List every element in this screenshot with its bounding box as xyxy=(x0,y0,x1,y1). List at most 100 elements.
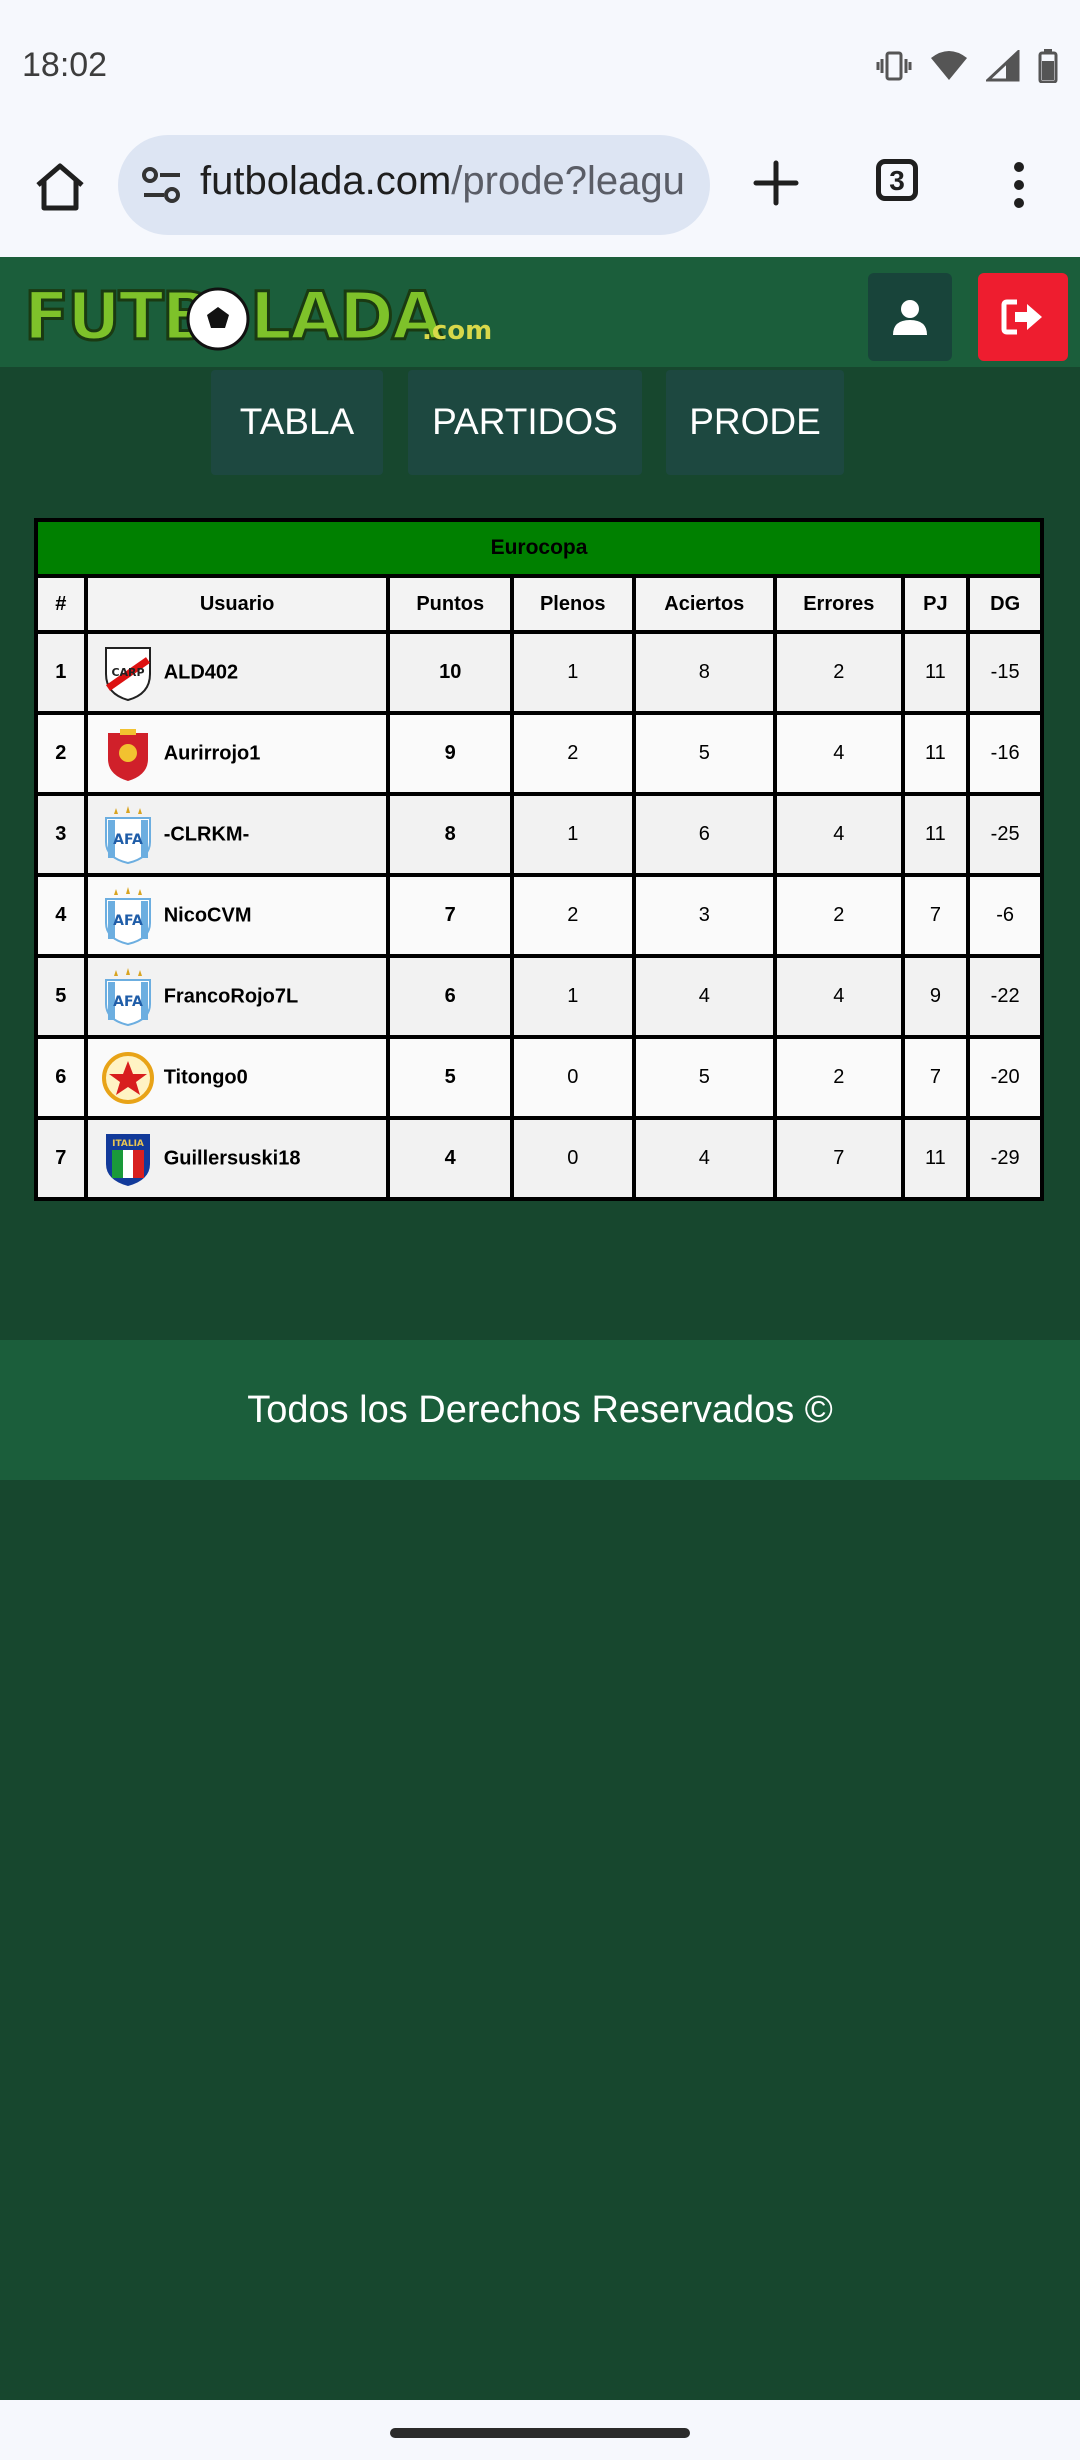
vibrate-icon xyxy=(876,51,912,81)
svg-text:LADA: LADA xyxy=(250,278,443,355)
dg-cell: -22 xyxy=(966,954,1044,1039)
aciertos-cell: 5 xyxy=(631,711,778,796)
status-time: 18:02 xyxy=(22,46,108,84)
puntos-cell: 7 xyxy=(386,873,514,958)
url-text[interactable]: futbolada.com/prode?leagu xyxy=(200,159,690,204)
home-icon[interactable] xyxy=(30,157,90,217)
plenos-cell: 2 xyxy=(509,873,636,958)
tab-prode[interactable]: PRODE xyxy=(666,370,844,475)
afa-badge-icon: AFA xyxy=(102,967,154,1026)
table-row: 6 Titongo0 5 0 5 2 7 -20 xyxy=(34,1035,1044,1120)
rank-cell: 4 xyxy=(34,873,88,958)
table-row: 3 AFA -CLRKM- 8 1 6 4 11 -25 xyxy=(34,792,1044,877)
pj-cell: 7 xyxy=(900,1035,971,1120)
logout-button[interactable] xyxy=(978,273,1068,361)
afa-badge-icon: AFA xyxy=(102,805,154,864)
user-cell[interactable]: AFA FrancoRojo7L xyxy=(83,954,391,1039)
gesture-nav-bar xyxy=(0,2400,1080,2460)
dg-cell: -15 xyxy=(966,630,1044,715)
dg-cell: -16 xyxy=(966,711,1044,796)
puntos-cell: 8 xyxy=(386,792,514,877)
table-row: 7 ITALIA Guillersuski18 4 0 4 7 11 -29 xyxy=(34,1116,1044,1201)
address-bar[interactable]: futbolada.com/prode?leagu xyxy=(118,135,710,235)
url-path: /prode?leagu xyxy=(451,159,685,203)
new-tab-icon[interactable] xyxy=(748,155,804,211)
dg-cell: -20 xyxy=(966,1035,1044,1120)
svg-text:AFA: AFA xyxy=(113,994,143,1010)
user-cell[interactable]: ITALIA Guillersuski18 xyxy=(83,1116,391,1201)
pj-cell: 11 xyxy=(900,711,971,796)
col-header-pj: PJ xyxy=(900,574,971,634)
site-settings-icon[interactable] xyxy=(140,165,184,205)
aciertos-cell: 6 xyxy=(631,792,778,877)
errores-cell: 7 xyxy=(773,1116,905,1201)
dg-cell: -6 xyxy=(966,873,1044,958)
puntos-cell: 6 xyxy=(386,954,514,1039)
plenos-cell: 2 xyxy=(509,711,636,796)
errores-cell: 2 xyxy=(773,873,905,958)
pj-cell: 11 xyxy=(900,1116,971,1201)
col-header-aciertos: Aciertos xyxy=(631,574,778,634)
svg-text:ITALIA: ITALIA xyxy=(112,1139,144,1149)
aciertos-cell: 4 xyxy=(631,1116,778,1201)
errores-cell: 2 xyxy=(773,630,905,715)
river-plate-badge-icon: CARP xyxy=(102,644,154,702)
user-cell[interactable]: AFA -CLRKM- xyxy=(83,792,391,877)
dg-cell: -25 xyxy=(966,792,1044,877)
user-profile-button[interactable] xyxy=(868,273,952,361)
errores-cell: 2 xyxy=(773,1035,905,1120)
status-bar: 18:02 xyxy=(0,0,1080,135)
table-row: 1 CARP ALD402 10 1 8 2 11 -15 xyxy=(34,630,1044,715)
rank-cell: 3 xyxy=(34,792,88,877)
col-header-plenos: Plenos xyxy=(509,574,636,634)
username: ALD402 xyxy=(163,661,239,683)
league-caption: Eurocopa xyxy=(34,518,1044,578)
tab-tabla[interactable]: TABLA xyxy=(211,370,383,475)
browser-toolbar: futbolada.com/prode?leagu 3 xyxy=(0,135,1080,257)
username: FrancoRojo7L xyxy=(163,985,299,1007)
username: Guillersuski18 xyxy=(163,1147,301,1169)
afa-badge-icon: AFA xyxy=(102,886,154,945)
table-row: 5 AFA FrancoRojo7L 6 1 4 4 9 -22 xyxy=(34,954,1044,1039)
plenos-cell: 1 xyxy=(509,630,636,715)
username: -CLRKM- xyxy=(163,823,250,845)
table-row: 2 Aurirrojo1 9 2 5 4 11 -16 xyxy=(34,711,1044,796)
home-gesture-handle[interactable] xyxy=(390,2428,690,2438)
svg-text:.com: .com xyxy=(422,316,492,346)
col-header-puntos: Puntos xyxy=(386,574,514,634)
svg-text:FUTB: FUTB xyxy=(24,278,210,355)
plenos-cell: 1 xyxy=(509,954,636,1039)
star-badge-icon xyxy=(101,1049,154,1107)
puntos-cell: 9 xyxy=(386,711,514,796)
status-icons xyxy=(876,46,1058,86)
battery-icon xyxy=(1038,49,1058,83)
user-cell[interactable]: CARP ALD402 xyxy=(83,630,391,715)
pj-cell: 11 xyxy=(900,792,971,877)
tab-switcher-button[interactable]: 3 xyxy=(876,159,918,201)
svg-text:AFA: AFA xyxy=(113,832,143,848)
tab-partidos[interactable]: PARTIDOS xyxy=(408,370,642,475)
futbolada-logo[interactable]: FUTB LADA .com xyxy=(22,271,493,361)
user-icon xyxy=(893,300,927,335)
username: Aurirrojo1 xyxy=(163,742,261,764)
plenos-cell: 1 xyxy=(509,792,636,877)
table-row: 4 AFA NicoCVM 7 2 3 2 7 -6 xyxy=(34,873,1044,958)
username: NicoCVM xyxy=(163,904,252,926)
sign-out-icon xyxy=(1001,299,1042,335)
username: Titongo0 xyxy=(163,1066,248,1088)
errores-cell: 4 xyxy=(773,954,905,1039)
puntos-cell: 5 xyxy=(386,1035,514,1120)
puntos-cell: 4 xyxy=(386,1116,514,1201)
more-options-icon[interactable] xyxy=(1004,155,1034,215)
col-header-pos: # xyxy=(34,574,88,634)
wifi-icon xyxy=(931,51,967,80)
table-header-row: # Usuario Puntos Plenos Aciertos Errores… xyxy=(34,574,1044,634)
col-header-errores: Errores xyxy=(773,574,905,634)
section-tabs: TABLA PARTIDOS PRODE xyxy=(0,370,1080,478)
svg-text:AFA: AFA xyxy=(113,913,143,929)
rank-cell: 1 xyxy=(34,630,88,715)
user-cell[interactable]: Aurirrojo1 xyxy=(83,711,391,796)
user-cell[interactable]: AFA NicoCVM xyxy=(83,873,391,958)
aciertos-cell: 8 xyxy=(631,630,778,715)
user-cell[interactable]: Titongo0 xyxy=(83,1035,391,1120)
